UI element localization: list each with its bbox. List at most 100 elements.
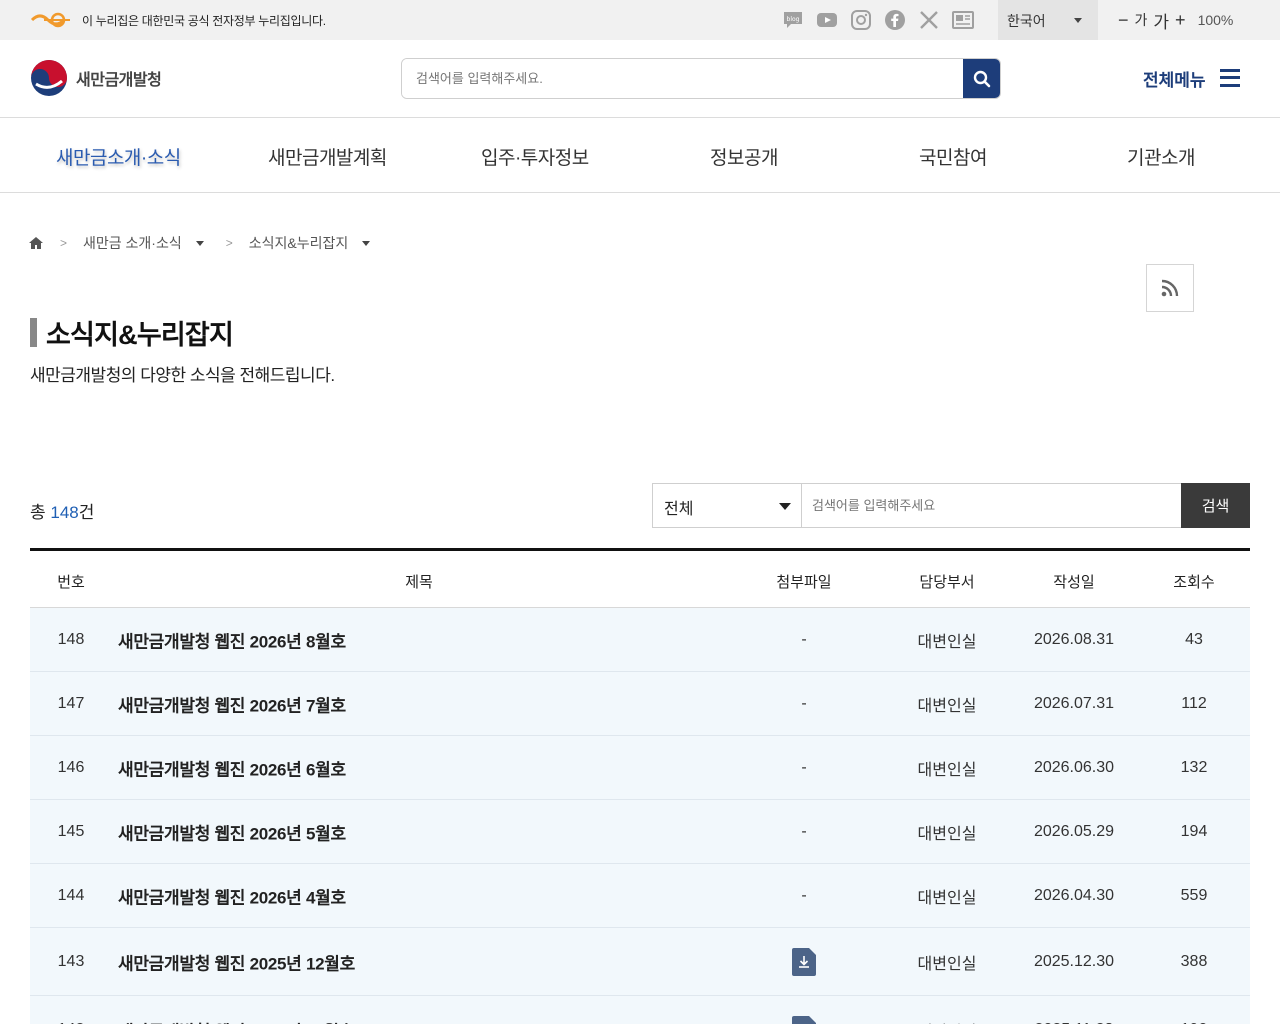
row-attachment-none: - xyxy=(801,758,807,776)
row-views: 43 xyxy=(1185,630,1203,648)
hamburger-icon xyxy=(1219,69,1240,87)
row-title-link[interactable]: 새만금개발청 웹진 2026년 4월호 xyxy=(118,883,346,908)
nav-item-investment-info[interactable]: 입주·투자정보 xyxy=(481,143,589,170)
header-search xyxy=(401,58,1001,99)
svg-text:blog: blog xyxy=(787,16,800,23)
download-icon[interactable] xyxy=(792,947,816,976)
board-table: 번호 제목 첨부파일 담당부서 작성일 조회수 148 새만금개발청 웹진 202… xyxy=(30,548,1250,1024)
row-attachment-none: - xyxy=(801,886,807,904)
site-logo[interactable]: 새만금개발청 xyxy=(30,60,162,96)
title-accent-bar xyxy=(30,318,37,347)
row-date: 2026.07.31 xyxy=(1033,694,1115,712)
keyword-input[interactable] xyxy=(802,484,1181,527)
table-row[interactable]: 142 새만금개발청 웹진 2025년 11월호 대변인실 2025.11.28 190 xyxy=(30,996,1250,1024)
header-search-button[interactable] xyxy=(963,59,1000,98)
row-attachment[interactable] xyxy=(792,1015,816,1024)
row-title-link[interactable]: 새만금개발청 웹진 2026년 7월호 xyxy=(118,691,346,716)
row-views: 559 xyxy=(1180,886,1208,904)
egov-logo-icon xyxy=(30,12,70,28)
language-label: 한국어 xyxy=(1007,13,1046,29)
col-views: 조회수 xyxy=(1173,574,1215,591)
table-row[interactable]: 146 새만금개발청 웹진 2026년 6월호 - 대변인실 2026.06.30 132 xyxy=(30,736,1250,800)
header-search-input[interactable] xyxy=(402,59,964,98)
table-header: 번호 제목 첨부파일 담당부서 작성일 조회수 xyxy=(30,551,1250,608)
chevron-right-icon: > xyxy=(60,236,68,250)
col-department: 담당부서 xyxy=(919,574,975,591)
blog-icon[interactable]: blog xyxy=(782,9,804,31)
list-search-button[interactable]: 검색 xyxy=(1181,483,1250,528)
nav-item-information-disclosure[interactable]: 정보공개 xyxy=(710,143,778,170)
facebook-icon[interactable] xyxy=(884,9,906,31)
total-count: 총 148건 xyxy=(30,498,94,523)
row-number: 145 xyxy=(57,822,85,840)
row-views: 190 xyxy=(1181,1021,1208,1024)
table-row[interactable]: 148 새만금개발청 웹진 2026년 8월호 - 대변인실 2026.08.31 43 xyxy=(30,608,1250,672)
search-filter-value: 전체 xyxy=(664,501,694,518)
row-number: 146 xyxy=(57,758,85,776)
breadcrumb-item-section[interactable]: 새만금 소개·소식 xyxy=(83,233,182,253)
nav-item-saemangeum-news[interactable]: 새만금소개·소식 xyxy=(56,143,181,170)
all-menu-label: 전체메뉴 xyxy=(1143,70,1206,90)
row-title-link[interactable]: 새만금개발청 웹진 2026년 5월호 xyxy=(118,819,346,844)
row-title-link[interactable]: 새만금개발청 웹진 2026년 8월호 xyxy=(118,627,346,652)
nav-item-development-plan[interactable]: 새만금개발계획 xyxy=(268,143,387,170)
row-department: 대변인실 xyxy=(917,697,977,715)
total-number: 148 xyxy=(50,503,79,522)
table-row[interactable]: 145 새만금개발청 웹진 2026년 5월호 - 대변인실 2026.05.29 194 xyxy=(30,800,1250,864)
logo-text: 새만금개발청 xyxy=(76,72,162,89)
breadcrumb: > 새만금 소개·소식 > 소식지&누리잡지 xyxy=(28,233,371,253)
table-row[interactable]: 147 새만금개발청 웹진 2026년 7월호 - 대변인실 2026.07.31 112 xyxy=(30,672,1250,736)
gov-banner-text: 이 누리집은 대한민국 공식 전자정부 누리집입니다. xyxy=(82,14,326,28)
row-date: 2026.08.31 xyxy=(1033,630,1115,648)
total-prefix: 총 xyxy=(30,503,51,522)
row-title-link[interactable]: 새만금개발청 웹진 2025년 12월호 xyxy=(118,949,355,974)
search-filter-select[interactable]: 전체 xyxy=(652,483,802,528)
youtube-icon[interactable] xyxy=(816,9,838,31)
instagram-icon[interactable] xyxy=(850,9,872,31)
keyword-field xyxy=(801,483,1182,528)
row-attachment-none: - xyxy=(801,694,807,712)
chevron-down-icon[interactable] xyxy=(362,240,371,246)
breadcrumb-item-current[interactable]: 소식지&누리잡지 xyxy=(249,233,349,253)
row-views: 388 xyxy=(1180,952,1208,970)
row-department: 대변인실 xyxy=(917,955,977,973)
x-icon[interactable] xyxy=(918,9,940,31)
chevron-down-icon[interactable] xyxy=(195,240,204,246)
font-large-label[interactable]: 가 xyxy=(1153,8,1169,33)
table-row[interactable]: 143 새만금개발청 웹진 2025년 12월호 대변인실 2025.12.30 388 xyxy=(30,928,1250,996)
row-title-link[interactable]: 새만금개발청 웹진 2025년 11월호 xyxy=(118,1017,354,1024)
home-icon[interactable] xyxy=(28,236,44,250)
row-department: 대변인실 xyxy=(917,761,977,779)
col-attachment: 첨부파일 xyxy=(776,574,832,591)
row-attachment[interactable] xyxy=(792,947,816,976)
language-select[interactable]: 한국어 xyxy=(998,0,1098,40)
col-date: 작성일 xyxy=(1053,574,1095,591)
chevron-down-icon xyxy=(1074,18,1082,23)
zoom-in-button[interactable]: + xyxy=(1175,10,1186,31)
row-date: 2026.06.30 xyxy=(1033,758,1115,776)
row-views: 112 xyxy=(1181,694,1207,712)
all-menu-button[interactable]: 전체메뉴 xyxy=(1143,66,1240,90)
row-date: 2025.12.30 xyxy=(1033,952,1115,970)
table-row[interactable]: 144 새만금개발청 웹진 2026년 4월호 - 대변인실 2026.04.30 559 xyxy=(30,864,1250,928)
zoom-level: 100% xyxy=(1197,12,1234,28)
rss-button[interactable] xyxy=(1146,264,1194,312)
row-number: 144 xyxy=(57,886,85,904)
news-icon[interactable] xyxy=(952,9,974,31)
row-title-link[interactable]: 새만금개발청 웹진 2026년 6월호 xyxy=(118,755,346,780)
chevron-right-icon: > xyxy=(225,236,233,250)
page-title: 소식지&누리잡지 xyxy=(46,320,234,350)
col-title: 제목 xyxy=(405,574,433,591)
row-department: 대변인실 xyxy=(917,825,977,843)
nav-item-about-agency[interactable]: 기관소개 xyxy=(1127,143,1195,170)
row-date: 2026.04.30 xyxy=(1033,886,1115,904)
font-small-label[interactable]: 가 xyxy=(1135,10,1148,30)
row-date: 2026.05.29 xyxy=(1033,822,1115,840)
total-suffix: 건 xyxy=(78,503,95,522)
table-body: 148 새만금개발청 웹진 2026년 8월호 - 대변인실 2026.08.31 43 1… xyxy=(30,608,1250,1024)
row-date: 2025.11.28 xyxy=(1035,1021,1114,1024)
row-department: 대변인실 xyxy=(917,633,977,651)
nav-item-public-participation[interactable]: 국민참여 xyxy=(919,143,987,170)
download-icon[interactable] xyxy=(792,1015,816,1024)
zoom-out-button[interactable]: − xyxy=(1118,10,1129,31)
